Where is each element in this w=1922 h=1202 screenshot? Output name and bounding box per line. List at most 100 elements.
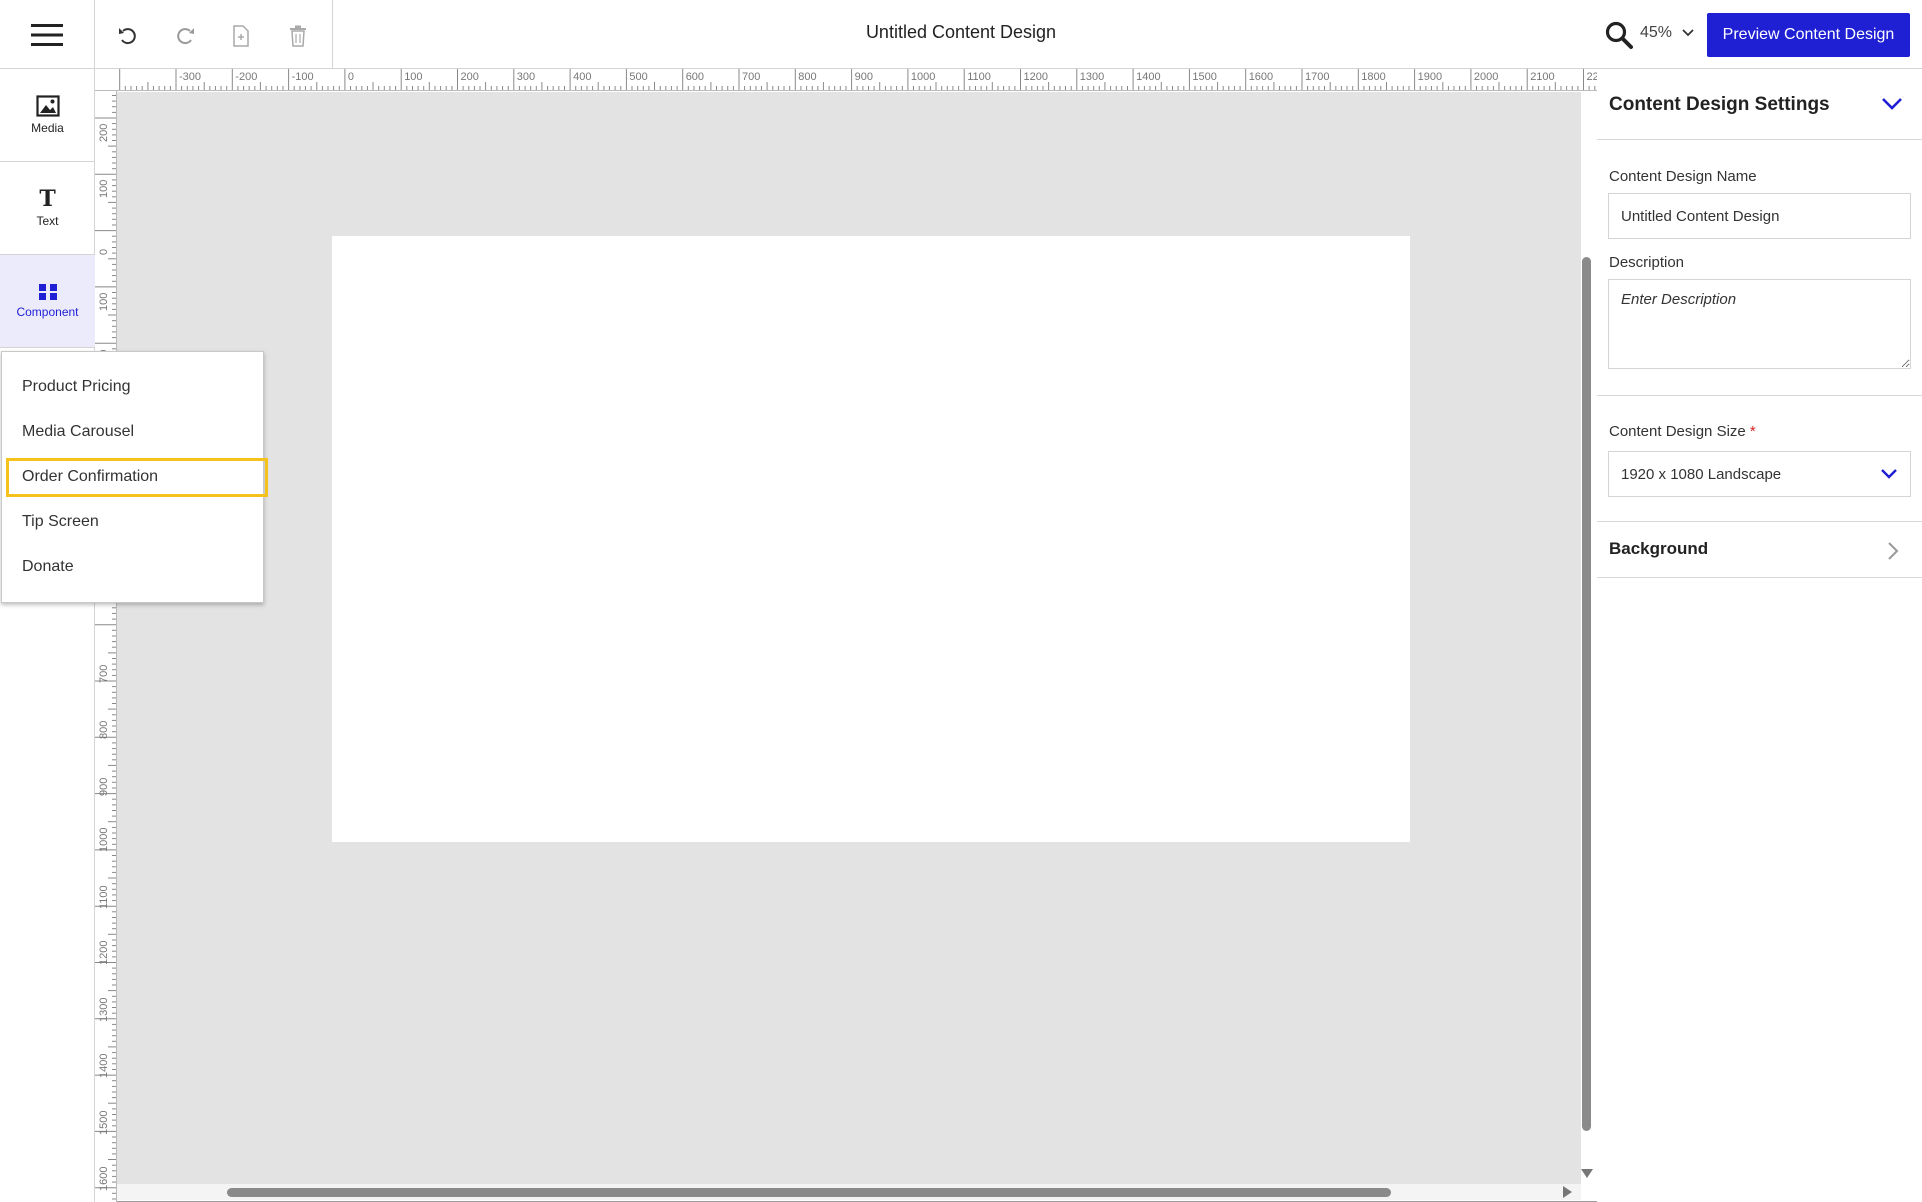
toolbar-divider [332,0,333,69]
ruler-label: 800 [798,71,817,83]
search-button[interactable] [1604,20,1634,50]
horizontal-scrollbar-thumb[interactable] [227,1188,1391,1197]
chevron-down-icon [1682,29,1694,37]
zoom-level: 45% [1640,24,1673,41]
divider [1597,395,1922,396]
content-design-name-input[interactable] [1608,193,1911,239]
ruler-label: 700 [98,664,110,683]
text-icon: T [39,186,56,212]
ruler-label: 600 [685,71,705,83]
vertical-ruler: 2001000100200700800900100011001200130014… [95,91,117,1202]
top-toolbar: Untitled Content Design 45% Preview Cont… [0,0,1922,69]
ruler-label: 900 [98,777,110,796]
ruler-label: 1700 [1305,71,1330,83]
ruler-label: 100 [404,71,423,83]
scroll-right-icon[interactable] [1560,1185,1574,1199]
ruler-label: 200 [460,71,479,83]
ruler-label: -200 [235,71,258,83]
component-menu: Product Pricing Media Carousel Order Con… [1,351,268,603]
description-input[interactable] [1608,279,1911,369]
image-icon [35,95,60,117]
delete-button[interactable] [284,22,312,50]
undo-button[interactable] [114,22,142,50]
canvas-area[interactable] [117,92,1581,1184]
size-label-text: Content Design Size [1609,423,1746,440]
undo-icon [119,28,136,45]
trash-icon [290,25,306,47]
grid-icon [38,284,57,300]
name-label: Content Design Name [1609,168,1757,185]
background-label: Background [1609,539,1709,558]
settings-panel: Content Design Settings Content Design N… [1597,69,1922,1202]
ruler-label: 1400 [1136,71,1161,83]
menu-icon [31,23,63,46]
left-tool-panel: Media T Text Component [0,69,95,1202]
text-tool-label: Text [36,214,59,228]
redo-icon [177,28,194,45]
add-page-button[interactable] [227,22,255,50]
ruler-label: 1800 [1361,71,1386,83]
ruler-label: 2100 [1530,71,1555,83]
ruler-label: 1600 [1248,71,1274,83]
ruler-label: 200 [98,123,110,142]
ruler-label: 0 [98,248,110,255]
ruler-label: -100 [291,71,314,83]
ruler-label: 300 [516,71,536,83]
ruler-label: 1300 [1079,71,1105,83]
chevron-down-icon[interactable] [1880,94,1904,114]
component-tool-label: Component [16,305,79,319]
ruler-label: 1500 [98,1110,110,1135]
add-page-icon [233,25,249,47]
ruler-label: -300 [179,71,202,83]
ruler-label: 1000 [98,827,110,852]
ruler-label: 700 [742,71,761,83]
ruler-corner [95,69,114,91]
ruler-label: 1000 [910,71,936,83]
component-tool[interactable]: Component [0,255,95,348]
settings-title: Content Design Settings [1609,94,1830,115]
zoom-dropdown[interactable]: 45% [1640,24,1694,42]
ruler-label: 900 [854,71,873,83]
ruler-label: 100 [98,179,110,198]
chevron-down-icon [1881,469,1897,479]
ruler-label: 1200 [1023,71,1048,83]
menu-button[interactable] [0,0,95,69]
horizontal-ruler: -300 -200 -100 0 100 200 300 400 500 600 700 800 900… [114,69,1598,91]
ruler-label: 1900 [1417,71,1443,83]
ruler-label: 1200 [98,940,110,965]
preview-content-design-button[interactable]: Preview Content Design [1707,13,1910,57]
menu-item-tip-screen[interactable]: Tip Screen [22,513,99,531]
ruler-label: 1500 [1192,71,1217,83]
ruler-label: 100 [98,292,110,311]
divider [1597,139,1922,140]
ruler-label: 1300 [98,997,110,1022]
ruler-label: 1400 [98,1053,110,1078]
divider [1597,577,1922,578]
background-section[interactable]: Background [1597,522,1922,578]
size-label: Content Design Size * [1609,423,1756,440]
text-tool[interactable]: T Text [0,162,95,255]
ruler-label: 400 [573,71,592,83]
artboard[interactable] [332,236,1410,842]
menu-item-order-confirmation[interactable]: Order Confirmation [22,468,158,486]
size-select-value: 1920 x 1080 Landscape [1621,465,1782,483]
description-label: Description [1609,254,1685,271]
ruler-label: 0 [347,71,355,83]
chevron-right-icon [1888,542,1899,560]
menu-item-donate[interactable]: Donate [22,558,74,576]
required-mark: * [1749,423,1756,440]
ruler-label: 1100 [967,71,991,83]
redo-button[interactable] [171,22,199,50]
ruler-label: 2000 [1473,71,1499,83]
media-tool-label: Media [31,121,64,135]
content-design-size-select[interactable]: 1920 x 1080 Landscape [1608,451,1911,497]
ruler-label: 800 [98,720,110,739]
media-tool[interactable]: Media [0,69,95,162]
scroll-down-icon[interactable] [1580,1166,1594,1180]
menu-item-product-pricing[interactable]: Product Pricing [22,378,131,396]
ruler-label: 1100 [98,885,110,909]
vertical-scrollbar-thumb[interactable] [1582,257,1591,1131]
ruler-label: 1600 [98,1166,110,1191]
ruler-label: 500 [629,71,648,83]
menu-item-media-carousel[interactable]: Media Carousel [22,423,134,441]
